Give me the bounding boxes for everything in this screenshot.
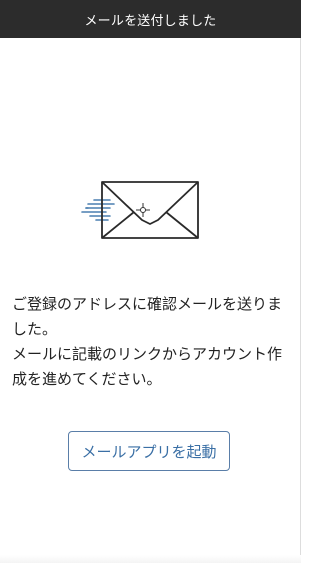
message-line-instruction: メールに記載のリンクからアカウント作成を進めてください。 (12, 345, 283, 388)
mail-sent-icon (80, 178, 202, 244)
header-bar: メールを送付しました (0, 0, 301, 38)
cursor-crosshair-icon (136, 203, 150, 217)
launch-mail-app-button[interactable]: メールアプリを起動 (68, 431, 230, 471)
speed-lines (81, 199, 115, 221)
message-line-sent: ご登録のアドレスに確認メールを送りました。 (12, 295, 283, 338)
edge-divider (300, 38, 301, 563)
bottom-edge (0, 555, 301, 563)
header-title: メールを送付しました (84, 13, 217, 29)
screen: メールを送付しました ご登録のアドレスに確認メールを送りました。 メールに記載の… (0, 0, 301, 563)
confirmation-message: ご登録のアドレスに確認メールを送りました。 メールに記載のリンクからアカウント作… (12, 292, 294, 392)
